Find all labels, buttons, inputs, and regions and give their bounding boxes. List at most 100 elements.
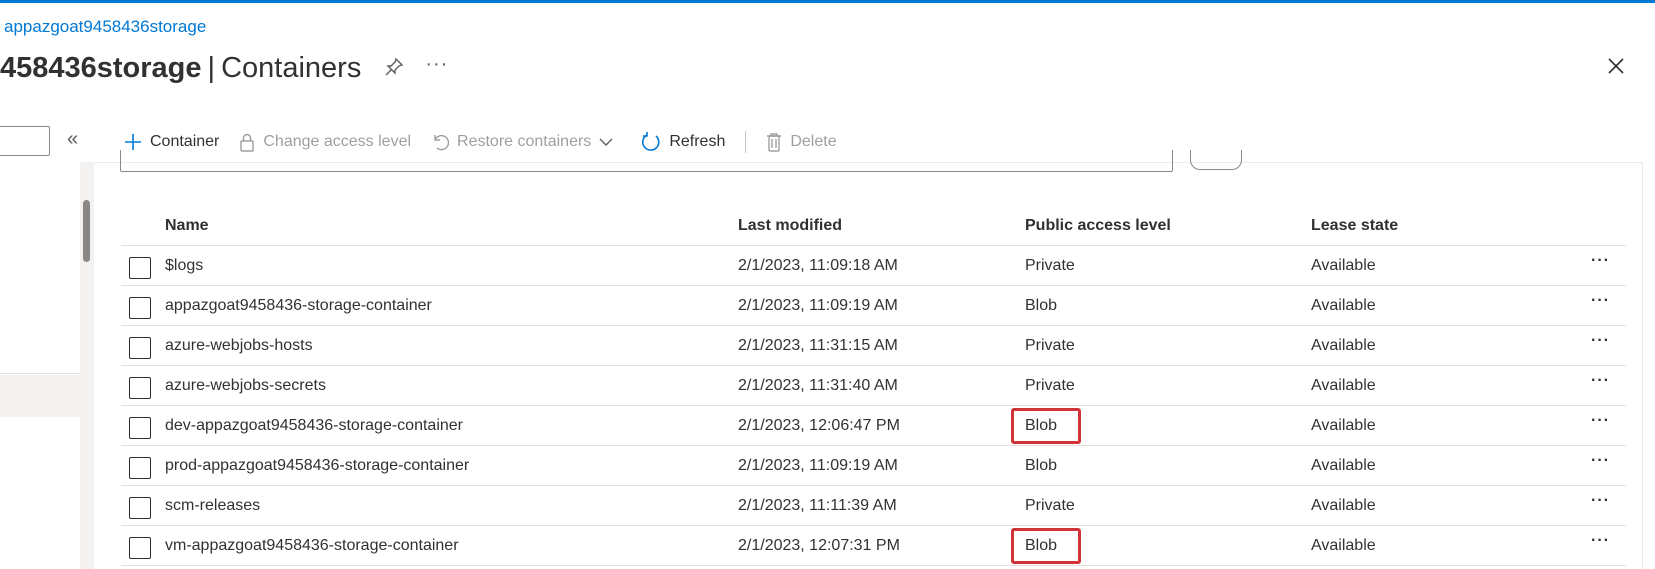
change-access-level-button[interactable]: Change access level — [239, 132, 411, 152]
column-header-access-level[interactable]: Public access level — [1025, 217, 1171, 235]
chevron-down-icon[interactable] — [599, 137, 613, 147]
highlight-box — [1011, 527, 1081, 564]
container-name[interactable]: appazgoat9458436-storage-container — [165, 297, 432, 315]
table-row[interactable]: azure-webjobs-secrets 2/1/2023, 11:31:40 … — [121, 366, 1626, 406]
plus-icon — [125, 134, 141, 150]
public-access-level: Blob — [1011, 527, 1081, 564]
lease-state: Available — [1311, 296, 1376, 314]
last-modified: 2/1/2023, 11:09:19 AM — [738, 456, 898, 474]
column-header-name[interactable]: Name — [165, 217, 209, 235]
container-name[interactable]: vm-appazgoat9458436-storage-container — [165, 537, 459, 555]
refresh-button[interactable]: Refresh — [641, 132, 725, 152]
table-row[interactable]: $logs 2/1/2023, 11:09:18 AM Private Availab… — [121, 246, 1626, 286]
row-checkbox[interactable] — [129, 257, 151, 279]
lease-state: Available — [1311, 256, 1376, 274]
add-container-button[interactable]: Container — [124, 133, 219, 151]
last-modified: 2/1/2023, 11:11:39 AM — [738, 496, 897, 514]
row-checkbox[interactable] — [129, 337, 151, 359]
container-name[interactable]: $logs — [165, 257, 203, 275]
refresh-label: Refresh — [669, 133, 726, 150]
public-access-level: Blob — [1025, 297, 1057, 315]
add-container-label: Container — [150, 133, 220, 150]
container-name[interactable]: dev-appazgoat9458436-storage-container — [165, 417, 463, 435]
lock-icon — [240, 133, 255, 152]
more-icon[interactable]: ··· — [1591, 412, 1610, 430]
row-checkbox[interactable] — [129, 297, 151, 319]
page-title-section: Containers — [221, 51, 362, 84]
public-access-level: Blob — [1011, 407, 1081, 444]
table-row[interactable]: scm-releases 2/1/2023, 11:11:39 AM Private… — [121, 486, 1626, 526]
public-access-level: Private — [1025, 497, 1075, 515]
more-icon[interactable]: ··· — [1591, 252, 1610, 270]
last-modified: 2/1/2023, 11:09:19 AM — [738, 296, 898, 314]
last-modified: 2/1/2023, 11:31:15 AM — [738, 336, 898, 354]
restore-containers-button[interactable]: Restore containers — [431, 133, 621, 151]
row-checkbox[interactable] — [129, 497, 151, 519]
table-row[interactable]: vm-appazgoat9458436-storage-container 2/1… — [121, 526, 1626, 566]
row-checkbox[interactable] — [129, 457, 151, 479]
pin-icon[interactable] — [383, 56, 407, 80]
row-checkbox[interactable] — [129, 417, 151, 439]
lease-state: Available — [1311, 536, 1376, 554]
change-access-level-label: Change access level — [263, 133, 412, 150]
column-header-lease-state[interactable]: Lease state — [1311, 217, 1398, 235]
public-access-level-value: Private — [1025, 496, 1075, 514]
public-access-level: Private — [1025, 337, 1075, 355]
container-name[interactable]: azure-webjobs-secrets — [165, 377, 326, 395]
more-icon[interactable]: ··· — [1591, 332, 1610, 350]
page-title-separator: | — [207, 51, 216, 84]
more-icon[interactable]: ··· — [1591, 492, 1610, 510]
close-icon[interactable] — [1606, 56, 1634, 84]
sidebar-scrollbar-thumb[interactable] — [83, 200, 90, 262]
page-header: 458436storage | Containers ··· — [0, 48, 448, 88]
more-icon[interactable]: ··· — [1591, 372, 1610, 390]
more-icon[interactable]: ··· — [1591, 292, 1610, 310]
sidebar-divider — [0, 373, 84, 374]
restore-containers-label: Restore containers — [457, 133, 592, 150]
public-access-level: Blob — [1025, 457, 1057, 475]
more-icon[interactable]: ··· — [1591, 452, 1610, 470]
breadcrumb[interactable]: appazgoat9458436storage — [4, 17, 206, 37]
column-header-last-modified[interactable]: Last modified — [738, 217, 842, 235]
row-checkbox[interactable] — [129, 537, 151, 559]
public-access-level-value: Blob — [1025, 296, 1058, 314]
refresh-icon — [642, 132, 660, 151]
table-row[interactable]: appazgoat9458436-storage-container 2/1/20… — [121, 286, 1626, 326]
sidebar-selected-item[interactable] — [0, 375, 80, 417]
more-options-button[interactable]: ··· — [425, 53, 448, 76]
lease-state: Available — [1311, 376, 1376, 394]
table-row[interactable]: dev-appazgoat9458436-storage-container 2/… — [121, 406, 1626, 446]
table-header: Name Last modified Public access level L… — [121, 206, 1626, 246]
lease-state: Available — [1311, 416, 1376, 434]
double-chevron-left-icon[interactable]: « — [67, 128, 78, 151]
lease-state: Available — [1311, 336, 1376, 354]
container-name[interactable]: scm-releases — [165, 497, 260, 515]
public-access-level-value: Private — [1025, 336, 1075, 354]
public-access-level-value: Private — [1025, 376, 1075, 394]
row-checkbox[interactable] — [129, 377, 151, 399]
filter-options-button[interactable] — [1190, 150, 1242, 170]
lease-state: Available — [1311, 496, 1376, 514]
container-name[interactable]: azure-webjobs-hosts — [165, 337, 313, 355]
trash-icon — [767, 133, 782, 152]
table-body: $logs 2/1/2023, 11:09:18 AM Private Availab… — [121, 246, 1626, 566]
highlight-box — [1011, 407, 1081, 444]
public-access-level: Private — [1025, 377, 1075, 395]
page-title-resource: 458436storage — [0, 51, 202, 84]
last-modified: 2/1/2023, 12:07:31 PM — [738, 536, 900, 554]
public-access-level-value: Blob — [1025, 456, 1058, 474]
content-scrollbar[interactable] — [1642, 162, 1655, 569]
more-icon[interactable]: ··· — [1591, 532, 1610, 550]
delete-button[interactable]: Delete — [766, 132, 837, 152]
last-modified: 2/1/2023, 11:31:40 AM — [738, 376, 898, 394]
container-filter-input[interactable] — [120, 150, 1173, 172]
containers-table: Name Last modified Public access level L… — [121, 206, 1626, 566]
container-name[interactable]: prod-appazgoat9458436-storage-container — [165, 457, 469, 475]
menu-search-input[interactable] — [0, 126, 50, 156]
delete-label: Delete — [790, 133, 837, 150]
top-accent-bar — [0, 0, 1655, 3]
table-row[interactable]: azure-webjobs-hosts 2/1/2023, 11:31:15 AM… — [121, 326, 1626, 366]
public-access-level-value: Private — [1025, 256, 1075, 274]
last-modified: 2/1/2023, 11:09:18 AM — [738, 256, 898, 274]
table-row[interactable]: prod-appazgoat9458436-storage-container 2… — [121, 446, 1626, 486]
